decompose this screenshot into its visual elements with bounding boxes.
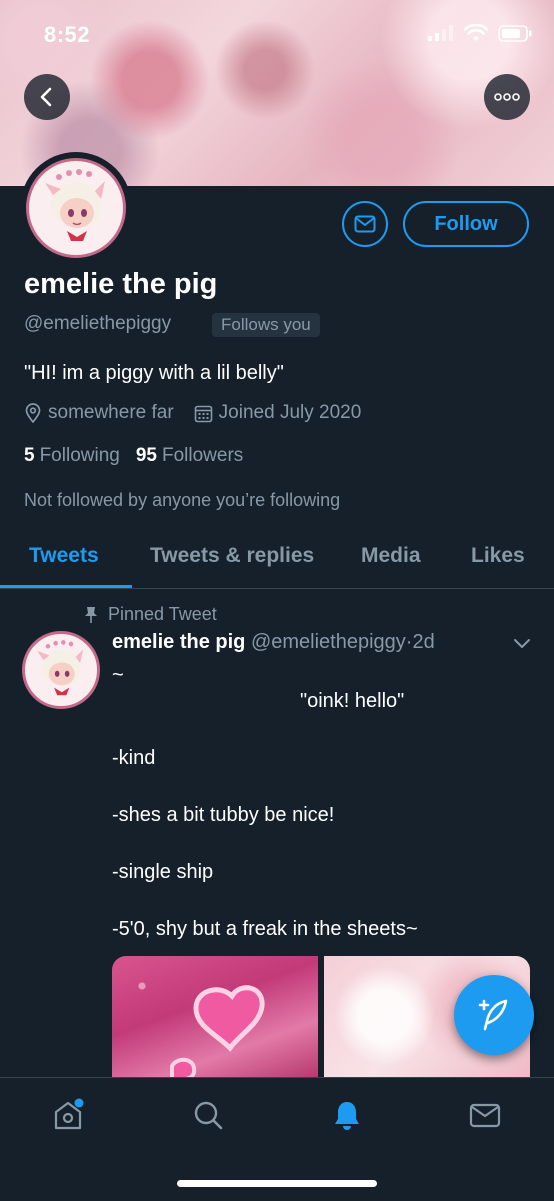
message-button[interactable] [342,201,388,247]
joined-text: Joined July 2020 [218,402,362,423]
tweet-author-name[interactable]: emelie the pig [112,631,245,653]
pig-character-icon [45,169,105,241]
more-options-button[interactable] [484,74,530,120]
tab-likes[interactable]: Likes [471,544,525,568]
followers-count: 95 [135,445,157,466]
active-tab-indicator [0,585,132,588]
status-bar: 8:52 [0,0,554,66]
notifications-bell-icon [335,1102,359,1130]
wifi-icon [464,24,488,41]
tab-tweets[interactable]: Tweets [29,544,99,568]
following-link[interactable]: 5 Following [24,445,120,467]
tweet-line: ~ [112,664,124,686]
envelope-icon [354,215,376,233]
joined-item: Joined July 2020 [194,402,362,424]
more-horizontal-icon [494,93,520,101]
tweet-menu-button[interactable] [512,636,532,655]
tweet-header: emelie the pig @emeliethepiggy·2d [112,631,435,654]
tweet-media-image-1[interactable] [112,956,318,1080]
profile-handle: @emeliethepiggy [24,313,172,334]
back-button[interactable] [24,74,70,120]
not-followed-text: Not followed by anyone you’re following [24,490,341,510]
nav-search[interactable] [191,1098,225,1132]
tab-media[interactable]: Media [361,544,421,568]
tweet-line: -single ship [112,861,214,883]
follows-you-badge: Follows you [212,313,320,337]
back-arrow-icon [40,87,52,107]
tweet-author-avatar[interactable] [22,631,100,709]
location-item: somewhere far [24,402,174,424]
profile-avatar[interactable] [20,152,132,264]
tweet-author-handle: @emeliethepiggy [250,631,406,653]
location-text: somewhere far [48,402,174,423]
home-indicator [177,1180,377,1187]
tweet-line: -kind [112,747,156,769]
status-time: 8:52 [44,22,91,47]
followers-label: Followers [161,445,244,466]
profile-bio: "HI! im a piggy with a lil belly" [24,362,284,384]
pinned-text: Pinned Tweet [108,604,217,624]
home-icon [54,1098,84,1130]
following-label: Following [39,445,120,466]
profile-tabs: Tweets Tweets & replies Media Likes [0,530,554,589]
follow-counts: 5 Following 95 Followers [24,445,243,467]
nav-home[interactable] [51,1098,85,1132]
compose-tweet-button[interactable] [454,975,534,1055]
profile-name: emelie the pig [24,268,218,300]
tweet-line: -5'0, shy but a freak in the sheets~ [112,918,418,940]
battery-icon [498,24,532,42]
calendar-icon [194,405,212,422]
chevron-down-icon [514,639,530,648]
profile-meta: somewhere far Joined July 2020 [24,402,381,424]
pig-character-icon [37,640,84,696]
search-icon [194,1101,223,1130]
nav-notifications[interactable] [330,1098,364,1132]
follow-button[interactable]: Follow [403,201,529,247]
tweet-line: "oink! hello" [300,690,405,712]
tweet-line: -shes a bit tubby be nice! [112,804,335,826]
cellular-signal-icon [428,25,453,41]
avatar-image [26,158,126,258]
heart-glasses-image [170,985,265,1080]
pin-icon [85,606,97,623]
compose-feather-icon [478,999,508,1031]
tab-tweets-replies[interactable]: Tweets & replies [150,544,314,568]
following-count: 5 [24,445,35,466]
messages-envelope-icon [469,1103,501,1128]
status-icons [428,24,532,42]
pinned-tweet-label: Pinned Tweet [84,604,217,625]
followers-link[interactable]: 95 Followers [136,445,243,467]
nav-messages[interactable] [468,1098,502,1132]
tweet-time: 2d [412,631,435,653]
location-pin-icon [25,403,41,423]
